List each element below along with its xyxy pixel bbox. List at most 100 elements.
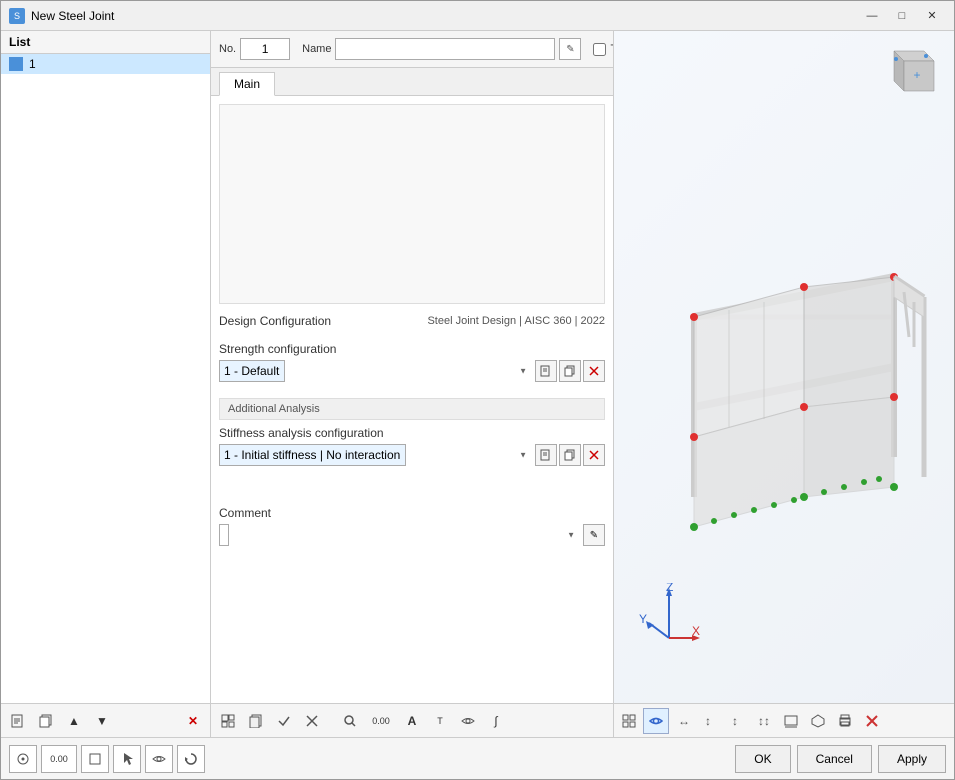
x-button[interactable] [299,708,325,734]
move-up-button[interactable]: ▲ [61,708,87,734]
bottom-tool-1[interactable] [9,745,37,773]
main-content: List 1 [1,31,954,737]
window-controls: — □ ✕ [858,6,946,26]
check-icon [277,714,291,728]
view-eye-button[interactable] [643,708,669,734]
design-config-label: Design Configuration [219,314,331,328]
number-button[interactable]: 0.00 [365,708,397,734]
delete-small-icon [588,365,600,377]
close-button[interactable]: ✕ [918,6,946,26]
copy-small-icon [564,365,576,377]
comment-edit-button[interactable]: ✎ [583,524,605,546]
ok-button[interactable]: OK [735,745,790,773]
form-area: Design Configuration Steel Joint Design … [211,96,613,703]
maximize-button[interactable]: □ [888,6,916,26]
stiffness-delete-button[interactable] [583,444,605,466]
stiffness-config-select[interactable]: 1 - Initial stiffness | No interaction [219,444,406,466]
list-container: 1 [1,54,210,703]
stiffness-label: Stiffness analysis configuration [219,426,605,440]
integral-button[interactable]: ∫ [483,708,509,734]
view-z-button[interactable]: ↕ [724,708,750,734]
stiffness-copy-button[interactable] [559,444,581,466]
svg-text:↕↕: ↕↕ [758,714,770,728]
view-x-icon: ↔ [676,714,690,728]
copy-icon [39,714,53,728]
new-item-button[interactable] [5,708,31,734]
copy-item-button[interactable] [33,708,59,734]
view-iso-icon: ↕↕ [757,714,771,728]
title-bar: S New Steel Joint — □ ✕ [1,1,954,31]
stiffness-new-button[interactable] [535,444,557,466]
list-toolbar: ▲ ▼ ✕ [1,703,210,737]
name-edit-button[interactable]: ✎ [559,38,581,60]
eye-button[interactable] [455,708,481,734]
tab-main[interactable]: Main [219,72,275,96]
cancel-button[interactable]: Cancel [797,745,872,773]
strength-config-select[interactable]: 1 - Default [219,360,285,382]
new-icon [11,714,25,728]
check-button[interactable] [271,708,297,734]
bottom-tool-6[interactable] [177,745,205,773]
search-icon [343,714,357,728]
move-down-button[interactable]: ▼ [89,708,115,734]
bottom-tool-3[interactable] [81,745,109,773]
view-close-button[interactable] [859,708,885,734]
svg-text:Z: Z [666,583,673,594]
view-print-button[interactable] [832,708,858,734]
list-item-label: 1 [29,57,36,71]
design-config-section: Design Configuration Steel Joint Design … [219,312,605,330]
add-view-button[interactable] [215,708,241,734]
bottom-tool-2[interactable]: 0.00 [41,745,77,773]
svg-text:X: X [692,624,700,638]
axes-svg: Z Y X [634,583,704,653]
name-input[interactable] [335,38,555,60]
display-icon [784,714,798,728]
left-panel: List 1 [1,31,211,737]
bottom-tool-5[interactable] [145,745,173,773]
cursor-tool-button[interactable]: T [427,708,453,734]
minimize-button[interactable]: — [858,6,886,26]
box-icon [88,752,102,766]
comment-section: Comment ✎ [219,506,605,546]
stiffness-select-wrapper: 1 - Initial stiffness | No interaction [219,444,531,466]
bottom-tool-4[interactable] [113,745,141,773]
strength-copy-button[interactable] [559,360,581,382]
list-item[interactable]: 1 [1,54,210,74]
strength-new-button[interactable] [535,360,557,382]
add-view-icon [221,714,235,728]
stiffness-config-buttons [535,444,605,466]
svg-text:↔: ↔ [678,714,690,728]
view-y-button[interactable]: ↕ [697,708,723,734]
search-button[interactable] [337,708,363,734]
svg-text:↕: ↕ [732,714,738,728]
to-design-checkbox[interactable] [593,43,606,56]
refresh-icon [184,752,198,766]
delete-item-button[interactable]: ✕ [180,708,206,734]
model-icon [811,714,825,728]
no-input[interactable] [240,38,290,60]
strength-delete-button[interactable] [583,360,605,382]
list-item-icon [9,57,23,71]
text-button[interactable]: A [399,708,425,734]
view-iso-button[interactable]: ↕↕ [751,708,777,734]
comment-select[interactable] [219,524,229,546]
view-display-button[interactable] [778,708,804,734]
3d-view: + [614,31,954,703]
doc-copy-icon [249,714,263,728]
svg-text:Y: Y [639,612,647,626]
select-icon [120,752,134,766]
additional-analysis-header: Additional Analysis [219,398,605,420]
copy-view-button[interactable] [243,708,269,734]
axes-indicator: Z Y X [634,583,704,653]
grid-icon [622,714,636,728]
view-model-button[interactable] [805,708,831,734]
apply-button[interactable]: Apply [878,745,946,773]
view-x-button[interactable]: ↔ [670,708,696,734]
name-label: Name [302,43,331,55]
view-x-close-icon [865,714,879,728]
center-bottom-toolbar: 0.00 A T ∫ [211,703,613,737]
view-grid-button[interactable] [616,708,642,734]
design-config-row: Design Configuration Steel Joint Design … [219,312,605,330]
stiffness-copy-icon [564,449,576,461]
bottom-left-tools: 0.00 [9,745,205,773]
